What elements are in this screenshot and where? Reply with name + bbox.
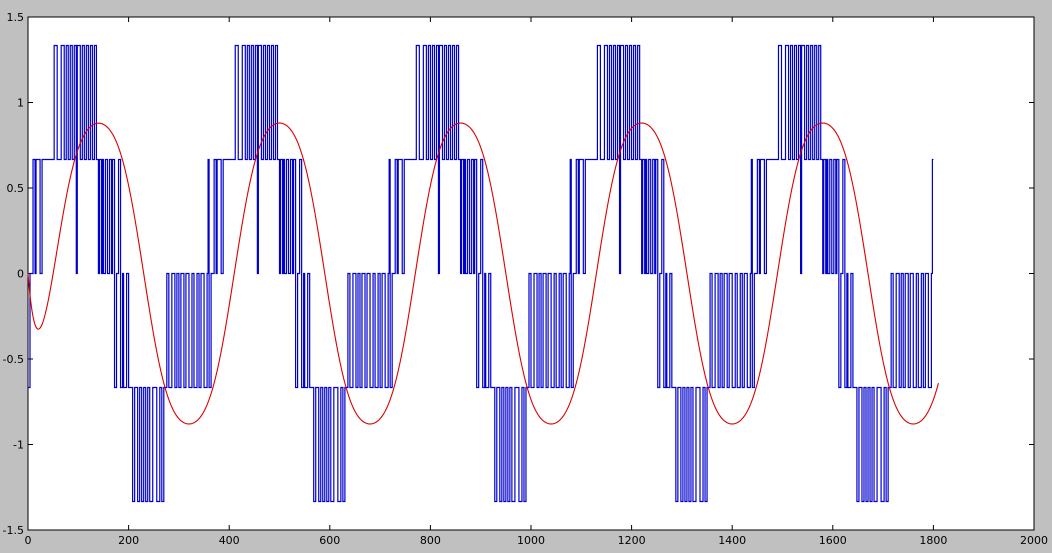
y-tick-labels: 1.5 1 0.5 0 -0.5 -1 -1.5 — [3, 11, 24, 537]
x-tick-label: 1200 — [618, 534, 646, 547]
x-tick-label: 1800 — [919, 534, 947, 547]
x-tick-label: 2000 — [1020, 534, 1048, 547]
x-tick-label: 800 — [420, 534, 441, 547]
y-tick-label: 1.5 — [7, 11, 25, 24]
y-tick-label: -0.5 — [3, 353, 24, 366]
x-tick-label: 400 — [219, 534, 240, 547]
x-tick-label: 600 — [319, 534, 340, 547]
y-tick-label: -1.5 — [3, 524, 24, 537]
y-tick-label: -1 — [13, 439, 24, 452]
x-tick-labels: 0 200 400 600 800 1000 1200 1400 1600 1800 2000 — [25, 534, 1049, 547]
x-tick-label: 200 — [118, 534, 139, 547]
x-tick-label: 1400 — [718, 534, 746, 547]
x-tick-label: 1600 — [819, 534, 847, 547]
x-tick-label: 1000 — [517, 534, 545, 547]
y-tick-label: 0.5 — [7, 182, 25, 195]
y-tick-label: 1 — [17, 97, 24, 110]
y-tick-label: 0 — [17, 268, 24, 281]
chart-figure: 0 200 400 600 800 1000 1200 1400 1600 1800 2000 1.… — [3, 11, 1049, 547]
x-tick-label: 0 — [25, 534, 32, 547]
